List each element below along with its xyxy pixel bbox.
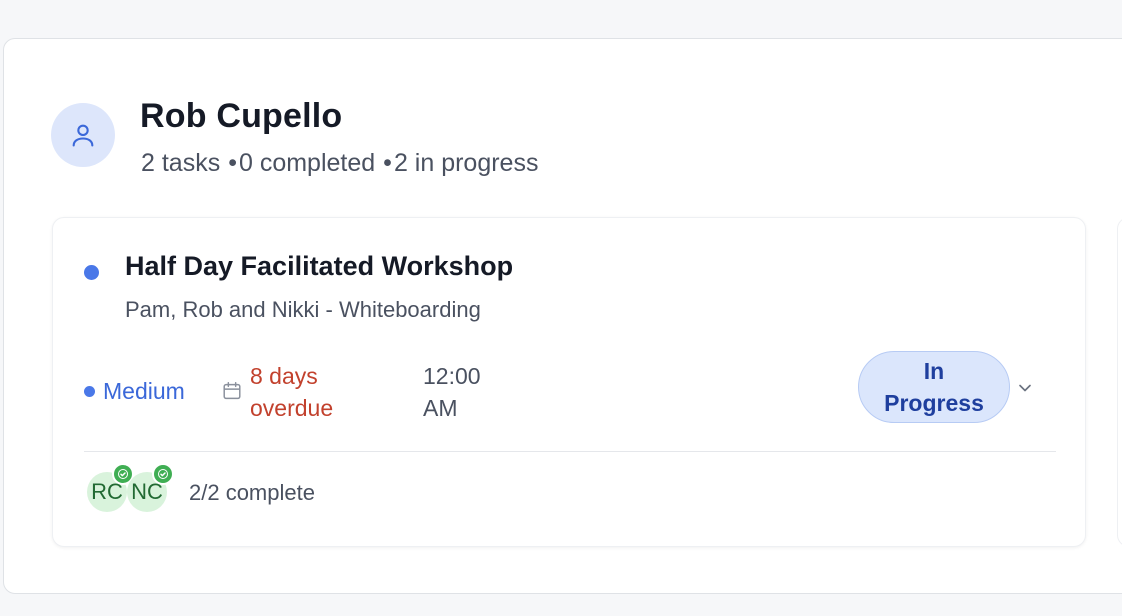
task-card[interactable]: Half Day Facilitated Workshop Pam, Rob a… bbox=[52, 217, 1086, 547]
completed-count: 0 completed bbox=[238, 149, 376, 177]
person-task-panel: Rob Cupello 2 tasks •0 completed •2 in pro… bbox=[3, 38, 1122, 594]
person-avatar bbox=[51, 103, 115, 167]
task-title[interactable]: Half Day Facilitated Workshop bbox=[125, 251, 513, 282]
check-circle-icon bbox=[152, 463, 174, 485]
status-button[interactable]: In Progress bbox=[858, 351, 1010, 423]
priority-dot bbox=[84, 386, 95, 397]
priority-label: Medium bbox=[84, 378, 185, 405]
task-status-dot bbox=[84, 265, 99, 280]
assignee-avatar[interactable]: RC bbox=[87, 463, 134, 512]
stats-separator: • bbox=[228, 149, 237, 177]
chevron-down-icon[interactable] bbox=[1015, 378, 1035, 398]
card-divider bbox=[84, 451, 1056, 452]
person-stats: 2 tasks •0 completed •2 in progress bbox=[141, 149, 538, 178]
user-icon bbox=[72, 124, 94, 147]
completion-text: 2/2 complete bbox=[189, 480, 315, 505]
priority-text: Medium bbox=[103, 378, 185, 404]
assignee-avatar[interactable]: NC bbox=[127, 463, 174, 512]
person-name: Rob Cupello bbox=[140, 97, 343, 135]
task-description: Pam, Rob and Nikki - Whiteboarding bbox=[125, 297, 481, 322]
next-task-card[interactable] bbox=[1117, 217, 1122, 547]
due-time: 12:00 AM bbox=[423, 363, 481, 421]
task-count: 2 tasks bbox=[141, 149, 221, 177]
stats-separator: • bbox=[383, 149, 392, 177]
calendar-icon bbox=[223, 382, 241, 400]
due-status: 8 days overdue bbox=[250, 363, 334, 421]
in-progress-count: 2 in progress bbox=[393, 149, 539, 177]
assignee-list: RC NC bbox=[87, 463, 177, 514]
